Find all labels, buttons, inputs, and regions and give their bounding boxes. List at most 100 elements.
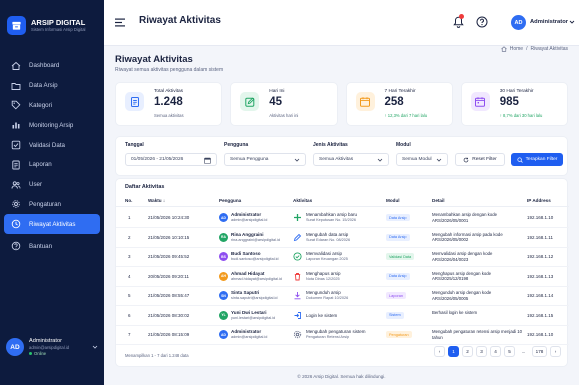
module-badge: Validasi Data (386, 253, 415, 260)
chevron-down-icon (294, 158, 300, 162)
apply-filter-button[interactable]: Terapkan Filter (511, 153, 563, 166)
pagination-ellipsis: ... (521, 349, 526, 354)
menu-icon[interactable] (115, 18, 125, 27)
sidebar-item-riwayat-aktivitas[interactable]: Riwayat Aktivitas (4, 214, 100, 235)
topbar: Riwayat Aktivitas AD Administrator (104, 0, 579, 46)
stat-label: 7 Hari Terakhir (384, 89, 416, 94)
main-content: Riwayat Aktivitas Riwayat semua aktivita… (104, 46, 579, 385)
search-icon (517, 156, 523, 163)
status-text: Online (34, 350, 47, 356)
row-number: 5 (128, 293, 131, 298)
row-detail: Mengubah pengaturan retensi arsip menjad… (432, 329, 523, 340)
row-number: 2 (128, 234, 131, 240)
stat-card: 7 Hari Terakhir 258 ↑ 12,3% dari 7 hari la… (345, 82, 453, 126)
table-row[interactable]: 6 21/05/2026 08:30:02 YL Yuni Dwi Lestari yu… (116, 306, 569, 326)
sidebar-item-validasi-data[interactable]: Validasi Data (4, 135, 100, 155)
sidebar-item-dashboard[interactable]: Dashboard (4, 56, 100, 76)
user-select[interactable]: Semua Pengguna (224, 153, 306, 166)
row-user-email: admin@arsipdigital.id (231, 335, 268, 339)
page-button[interactable]: 2 (462, 346, 473, 357)
chart-icon (12, 122, 20, 129)
sidebar-user-card[interactable]: AD Administrator admin@arsipdigital.id O… (6, 331, 98, 363)
activity-type-select[interactable]: Semua Aktivitas (313, 153, 389, 166)
table-row[interactable]: 2 21/05/2026 10:10:15 RA Rina Anggraini rina… (116, 228, 569, 248)
row-time: 21/05/2026 08:55:47 (148, 293, 190, 298)
chevron-down-icon[interactable] (569, 19, 575, 25)
sidebar-item-bantuan[interactable]: Bantuan (4, 236, 100, 256)
topbar-user-name[interactable]: Administrator (530, 19, 568, 25)
column-header: Aktivitas (293, 198, 313, 203)
plus-icon (293, 213, 302, 222)
date-range-input[interactable]: 01/05/2026 - 21/05/2026 (125, 153, 217, 166)
stat-note: Aktivitas hari ini (269, 113, 299, 118)
activity-table-card: Daftar Aktivitas No. Waktu ↓ Pengguna Aktiv… (115, 178, 569, 367)
row-activity: Menambahkan arsip baru (306, 212, 358, 217)
reset-filter-button[interactable]: Reset Filter (455, 153, 505, 166)
sidebar-item-label: User (29, 181, 43, 189)
page-footer: © 2026 Arsip Digital. Semua hak dilindun… (297, 374, 386, 379)
sidebar-item-monitoring-arsip[interactable]: Monitoring Arsip (4, 115, 100, 135)
row-activity: Login ke sistem (306, 312, 338, 318)
sidebar-item-data-arsip[interactable]: Data Arsip (4, 76, 100, 96)
module-badge: Data Arsip (386, 233, 410, 241)
row-user-email: rina.anggraini@arsipdigital.id (231, 237, 281, 242)
sidebar-nav: Dashboard Data Arsip Kategori Monitoring Ar… (0, 56, 104, 256)
row-activity-sub: Surat Keputusan No. 15/2026 (306, 218, 357, 222)
help-icon[interactable] (476, 16, 488, 28)
module-badge: Data Arsip (386, 214, 410, 221)
page-button[interactable]: 4 (490, 346, 501, 357)
page-button[interactable]: 3 (476, 346, 487, 357)
table-row[interactable]: 5 21/05/2026 08:55:47 SN Sinta Saputri sinta… (116, 286, 569, 306)
sidebar-item-label: Kategori (29, 101, 53, 109)
module-badge: Data Arsip (386, 272, 410, 280)
page-button[interactable]: 178 (532, 346, 547, 357)
prev-page-button[interactable]: ‹ (434, 346, 445, 357)
stat-value: 45 (269, 96, 283, 108)
stat-value: 985 (499, 96, 519, 108)
stat-label: Hari Ini (269, 89, 285, 94)
module-select[interactable]: Semua Modul (396, 153, 448, 166)
brand[interactable]: ARSIP DIGITAL Sistem Informasi Arsip Dig… (0, 0, 104, 42)
stat-value: 258 (384, 96, 404, 108)
avatar: RA (219, 232, 228, 242)
calendar-icon (204, 157, 211, 164)
table-row[interactable]: 7 21/05/2026 08:15:09 AD Administrator admin… (116, 325, 569, 345)
breadcrumb-current: Riwayat Aktivitas (530, 46, 568, 52)
table-row[interactable]: 3 21/05/2026 09:45:52 BS Budi Santoso budi.s… (116, 247, 569, 267)
row-number: 1 (128, 215, 131, 220)
chevron-down-icon[interactable] (92, 344, 98, 350)
row-ip: 192.168.1.12 (527, 254, 554, 259)
table-row[interactable]: 4 20/05/2026 09:20:11 AH Ahmad Hidayat ahmad… (116, 267, 569, 287)
row-time: 21/05/2026 08:30:02 (148, 312, 190, 318)
module-select-value: Semua Modul (402, 157, 432, 162)
notification-dot (459, 14, 464, 19)
breadcrumb-home[interactable]: Home (510, 46, 523, 52)
avatar: AD (219, 330, 228, 339)
page-button[interactable]: 1 (448, 346, 459, 357)
avatar: AD (6, 338, 24, 356)
home-icon (11, 61, 21, 70)
sidebar-item-label: Validasi Data (29, 141, 65, 149)
brand-title: ARSIP DIGITAL (31, 17, 86, 27)
page-button[interactable]: 5 (504, 346, 515, 357)
edit-icon (240, 92, 260, 111)
sidebar-item-pengaturan[interactable]: Pengaturan (4, 195, 100, 215)
user-select-value: Semua Pengguna (230, 157, 269, 162)
row-user-name: Administrator (231, 329, 262, 334)
home-icon[interactable] (501, 46, 507, 52)
table-title: Daftar Aktivitas (125, 184, 165, 190)
row-activity: Mengubah data arsip (306, 231, 349, 237)
column-header: IP Address (527, 198, 551, 203)
sidebar-item-laporan[interactable]: Laporan (4, 155, 100, 175)
topbar-title: Riwayat Aktivitas (139, 15, 221, 26)
row-ip: 192.168.1.10 (527, 215, 554, 220)
next-page-button[interactable]: › (550, 346, 561, 357)
table-row[interactable]: 1 21/05/2026 10:24:30 AD Administrator admin… (116, 208, 569, 228)
column-header[interactable]: Waktu ↓ (148, 198, 165, 203)
sidebar-item-kategori[interactable]: Kategori (4, 96, 100, 116)
sidebar-item-user[interactable]: User (4, 175, 100, 195)
row-ip: 192.168.1.14 (527, 293, 554, 298)
column-header: No. (125, 198, 133, 203)
avatar[interactable]: AD (511, 15, 526, 30)
stat-note: ↑ 12,3% dari 7 hari lalu (384, 113, 428, 118)
